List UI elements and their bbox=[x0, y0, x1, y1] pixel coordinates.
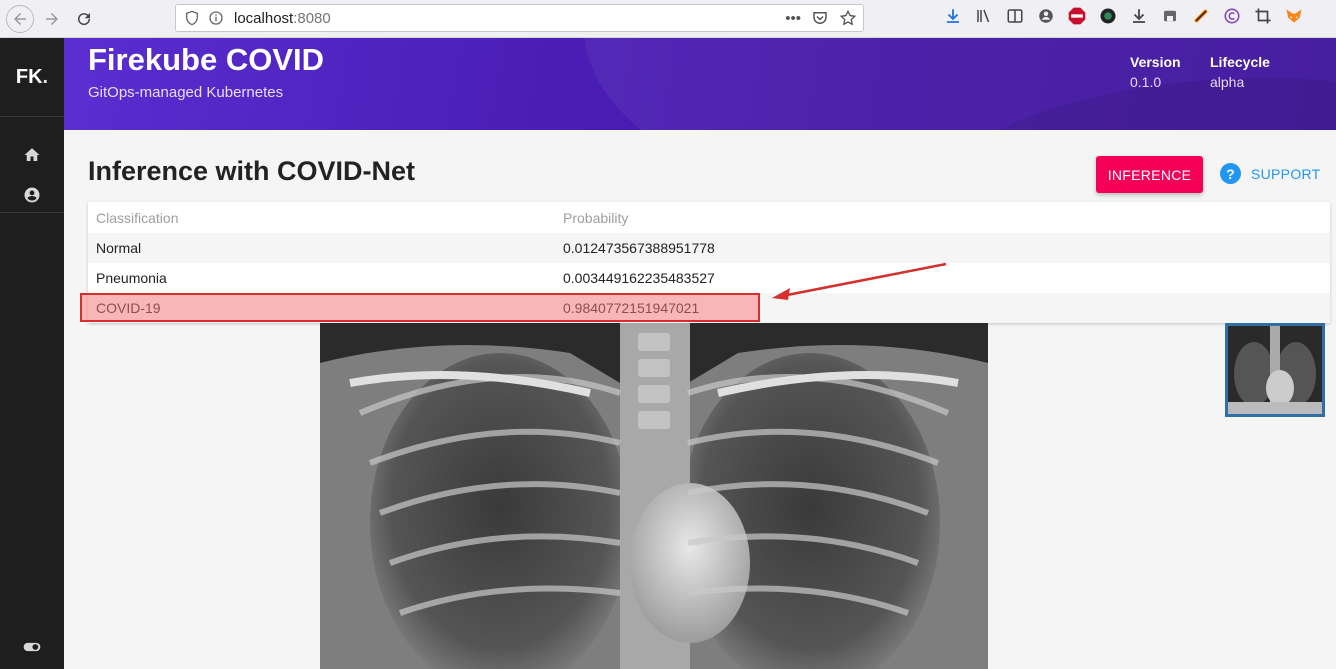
lifecycle-label: Lifecycle bbox=[1210, 54, 1270, 70]
annotation-arrow-icon bbox=[772, 262, 947, 300]
lifecycle-info: Lifecycle alpha bbox=[1210, 54, 1270, 90]
toolbar-icons bbox=[942, 5, 1305, 27]
shield-icon bbox=[186, 10, 198, 26]
column-header-classification[interactable]: Classification bbox=[96, 210, 178, 226]
inference-button[interactable]: INFERENCE bbox=[1096, 156, 1203, 193]
url-bar[interactable]: localhost:8080 ••• bbox=[175, 4, 864, 32]
bookmark-star-icon[interactable] bbox=[839, 9, 857, 27]
sidebar-item-account[interactable] bbox=[0, 175, 64, 215]
sidebar-toggle[interactable] bbox=[0, 637, 64, 657]
lifecycle-value: alpha bbox=[1210, 74, 1245, 90]
downloads-icon[interactable] bbox=[942, 5, 964, 27]
highlight-box bbox=[80, 293, 760, 322]
column-header-probability[interactable]: Probability bbox=[563, 210, 628, 226]
metamask-fox-icon[interactable] bbox=[1283, 5, 1305, 27]
xray-thumbnail[interactable] bbox=[1225, 323, 1325, 417]
classification-cell: Pneumonia bbox=[96, 270, 167, 286]
support-button[interactable]: ? SUPPORT bbox=[1220, 163, 1321, 184]
forward-arrow-icon bbox=[46, 12, 58, 25]
thumbnail-xray-illustration bbox=[1228, 326, 1322, 414]
copyright-extension-icon[interactable] bbox=[1221, 5, 1243, 27]
page-actions-icon[interactable]: ••• bbox=[785, 10, 801, 27]
account-icon[interactable] bbox=[1035, 5, 1057, 27]
table-row[interactable]: Normal 0.012473567388951778 bbox=[88, 233, 1330, 263]
url-port: :8080 bbox=[293, 9, 331, 27]
chest-xray-illustration bbox=[320, 323, 988, 669]
sidebar: FK. bbox=[0, 38, 64, 669]
sidebar-nav bbox=[0, 117, 64, 213]
reload-button[interactable] bbox=[70, 5, 98, 33]
table-row[interactable]: Pneumonia 0.003449162235483527 bbox=[88, 263, 1330, 293]
url-host: localhost bbox=[234, 9, 294, 27]
pocket-icon[interactable] bbox=[811, 9, 829, 27]
probability-cell: 0.003449162235483527 bbox=[563, 270, 715, 286]
sidebar-item-home[interactable] bbox=[0, 135, 64, 175]
reload-icon bbox=[78, 12, 91, 25]
probability-cell: 0.012473567388951778 bbox=[563, 240, 715, 256]
adblock-icon[interactable] bbox=[1066, 5, 1088, 27]
app-title: Firekube COVID bbox=[88, 42, 324, 77]
logo-text: FK bbox=[15, 65, 43, 88]
header-banner: Firekube COVID GitOps-managed Kubernetes… bbox=[64, 38, 1336, 130]
extension-dial-icon[interactable] bbox=[1097, 5, 1119, 27]
container-tabs-icon[interactable] bbox=[1159, 5, 1181, 27]
download-arrow-icon[interactable] bbox=[1128, 5, 1150, 27]
browser-toolbar: localhost:8080 ••• bbox=[0, 0, 1336, 38]
library-icon[interactable] bbox=[973, 5, 995, 27]
version-info: Version 0.1.0 bbox=[1130, 54, 1181, 90]
table-header-row: Classification Probability bbox=[88, 203, 1330, 233]
forward-button[interactable] bbox=[38, 5, 66, 33]
info-icon bbox=[209, 11, 223, 25]
xray-image bbox=[320, 323, 988, 669]
classification-cell: Normal bbox=[96, 240, 142, 256]
help-icon: ? bbox=[1220, 163, 1241, 184]
app-subtitle: GitOps-managed Kubernetes bbox=[88, 84, 284, 101]
reader-view-icon[interactable] bbox=[1004, 5, 1026, 27]
toggle-switch-icon bbox=[23, 642, 41, 652]
version-value: 0.1.0 bbox=[1130, 74, 1162, 90]
home-icon bbox=[24, 148, 40, 161]
version-label: Version bbox=[1130, 54, 1181, 70]
app-logo[interactable]: FK. bbox=[0, 38, 64, 117]
back-arrow-icon bbox=[14, 12, 26, 25]
link-extension-icon[interactable] bbox=[1190, 5, 1212, 27]
logo-dot: . bbox=[42, 65, 49, 88]
support-label: SUPPORT bbox=[1251, 165, 1321, 182]
crop-icon[interactable] bbox=[1252, 5, 1274, 27]
page-title: Inference with COVID-Net bbox=[88, 156, 416, 186]
back-button[interactable] bbox=[6, 4, 34, 33]
account-circle-icon bbox=[24, 187, 40, 203]
